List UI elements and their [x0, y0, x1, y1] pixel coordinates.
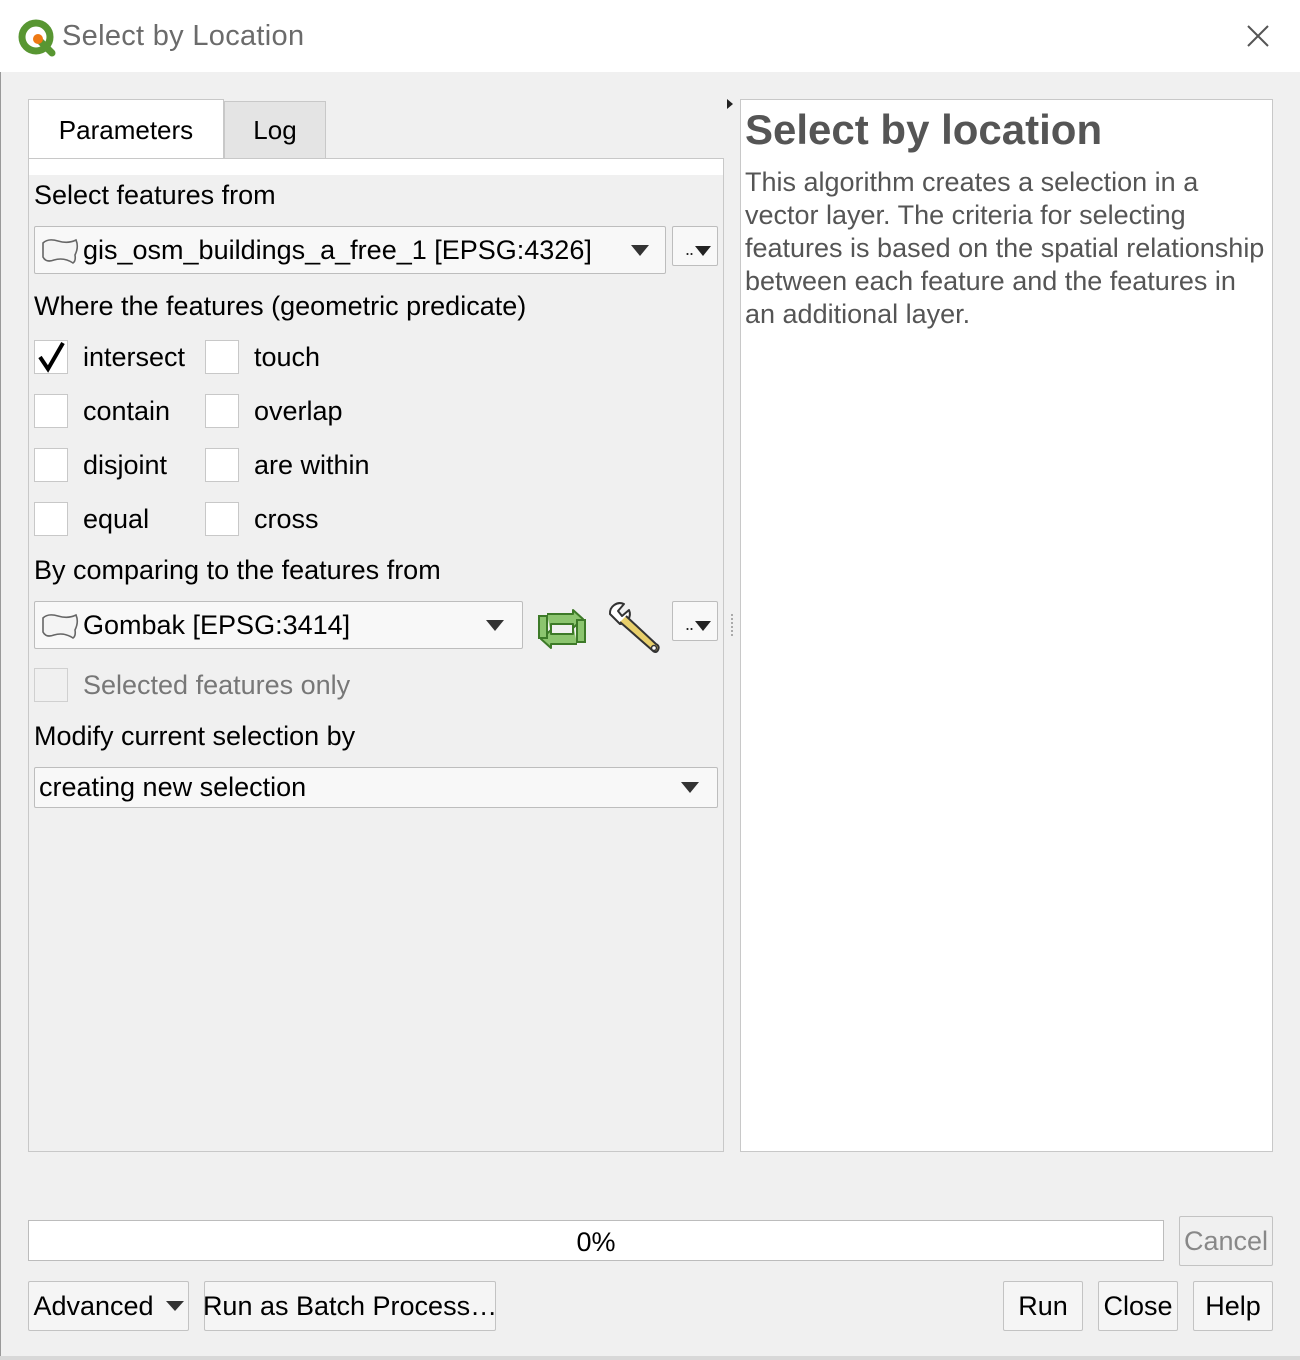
chevron-down-icon — [486, 620, 504, 631]
cancel-button[interactable]: Cancel — [1179, 1216, 1273, 1266]
input-layer-options-button[interactable]: .. — [672, 226, 718, 266]
compare-layer-label: By comparing to the features from — [34, 555, 441, 585]
help-button[interactable]: Help — [1193, 1281, 1273, 1331]
predicate-label: Where the features (geometric predicate) — [34, 291, 527, 321]
checkbox-intersect[interactable] — [34, 340, 68, 374]
checkbox-touch[interactable] — [205, 340, 239, 374]
dropdown-arrow-icon — [695, 621, 711, 631]
window-title: Select by Location — [62, 20, 305, 52]
iterate-icon[interactable] — [535, 606, 589, 652]
input-layer-combo[interactable]: gis_osm_buildings_a_free_1 [EPSG:4326] — [34, 226, 666, 274]
panel-header-strip — [29, 159, 723, 175]
checkbox-cross[interactable] — [205, 502, 239, 536]
progress-bar: 0% — [28, 1220, 1164, 1261]
checkbox-contain[interactable] — [34, 394, 68, 428]
predicate-label-overlap: overlap — [254, 396, 343, 426]
advanced-button-label: Advanced — [33, 1290, 154, 1321]
predicate-label-touch: touch — [254, 342, 321, 372]
dots-label: .. — [685, 614, 694, 634]
compare-layer-combo[interactable]: Gombak [EPSG:3414] — [34, 601, 523, 649]
title-bar: Select by Location — [0, 0, 1300, 72]
checkbox-disjoint[interactable] — [34, 448, 68, 482]
run-button[interactable]: Run — [1003, 1281, 1083, 1331]
polygon-layer-icon — [42, 613, 79, 639]
polygon-layer-icon — [42, 238, 79, 264]
tab-parameters[interactable]: Parameters — [28, 99, 224, 161]
help-title: Select by location — [745, 106, 1103, 153]
run-batch-button[interactable]: Run as Batch Process… — [203, 1281, 497, 1331]
progress-text: 0% — [576, 1227, 616, 1257]
predicate-label-equal: equal — [83, 504, 150, 534]
modify-selection-label: Modify current selection by — [34, 721, 356, 751]
predicate-label-intersect: intersect — [83, 342, 186, 372]
modify-selection-value: creating new selection — [39, 772, 307, 802]
close-icon[interactable] — [1240, 18, 1276, 54]
input-layer-label: Select features from — [34, 180, 276, 210]
predicate-label-are-within: are within — [254, 450, 370, 480]
checkmark-icon — [38, 342, 65, 373]
window-border — [0, 72, 1, 1360]
predicate-label-cross: cross — [254, 504, 319, 534]
splitter-handle[interactable] — [731, 614, 733, 636]
compare-layer-options-button[interactable]: .. — [672, 601, 718, 641]
help-text: This algorithm creates a selection in a … — [745, 167, 1265, 329]
window-bottom-edge — [0, 1356, 1300, 1360]
compare-layer-value: Gombak [EPSG:3414] — [83, 610, 351, 640]
predicate-label-contain: contain — [83, 396, 171, 426]
close-button[interactable]: Close — [1098, 1281, 1178, 1331]
checkbox-equal[interactable] — [34, 502, 68, 536]
dropdown-arrow-icon — [695, 246, 711, 256]
dots-label: .. — [685, 239, 694, 259]
tab-log[interactable]: Log — [224, 101, 326, 159]
splitter-collapse-arrow[interactable] — [727, 99, 733, 109]
chevron-down-icon — [165, 1301, 184, 1311]
checkbox-selected-only[interactable] — [34, 668, 68, 702]
selected-only-label: Selected features only — [83, 670, 351, 700]
chevron-down-icon — [681, 782, 699, 793]
modify-selection-combo[interactable]: creating new selection — [34, 767, 718, 808]
checkbox-are-within[interactable] — [205, 448, 239, 482]
predicate-label-disjoint: disjoint — [83, 450, 168, 480]
advanced-button[interactable]: Advanced — [28, 1281, 189, 1331]
chevron-down-icon — [631, 245, 649, 256]
qgis-logo-icon — [18, 19, 56, 57]
wrench-icon[interactable] — [604, 600, 662, 658]
checkbox-overlap[interactable] — [205, 394, 239, 428]
input-layer-value: gis_osm_buildings_a_free_1 [EPSG:4326] — [83, 235, 592, 265]
